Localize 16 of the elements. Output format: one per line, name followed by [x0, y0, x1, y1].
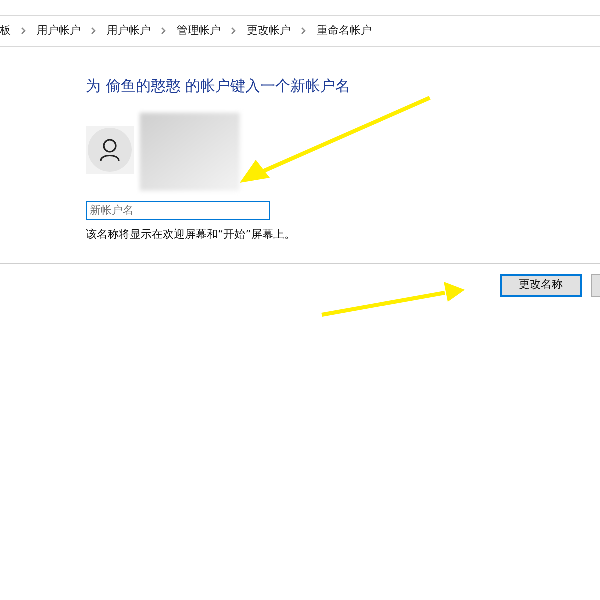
user-icon	[99, 138, 121, 162]
chevron-icon	[91, 27, 97, 35]
chevron-icon	[301, 27, 307, 35]
breadcrumb-link[interactable]: 用户帐户	[37, 22, 81, 40]
name-field[interactable]: 新帐户名	[86, 200, 270, 220]
action-button[interactable]: 更改名称	[500, 274, 582, 297]
breadcrumb-link[interactable]: 管理帐户	[177, 22, 221, 40]
breadcrumb-link[interactable]: 板	[0, 22, 11, 40]
breadcrumb-link[interactable]: 用户帐户	[107, 22, 151, 40]
breadcrumb-link[interactable]: 更改帐户	[247, 22, 291, 40]
page-heading: 为 偷鱼的憨憨 的帐户键入一个新帐户名	[86, 76, 352, 97]
chevron-icon	[161, 27, 167, 35]
breadcrumb-link[interactable]: 重命名帐户	[317, 22, 372, 40]
chevron-icon	[231, 27, 237, 35]
chevron-icon	[21, 27, 27, 35]
hint-text: 该名称将显示在欢迎屏幕和“开始”屏幕上。	[86, 226, 296, 242]
